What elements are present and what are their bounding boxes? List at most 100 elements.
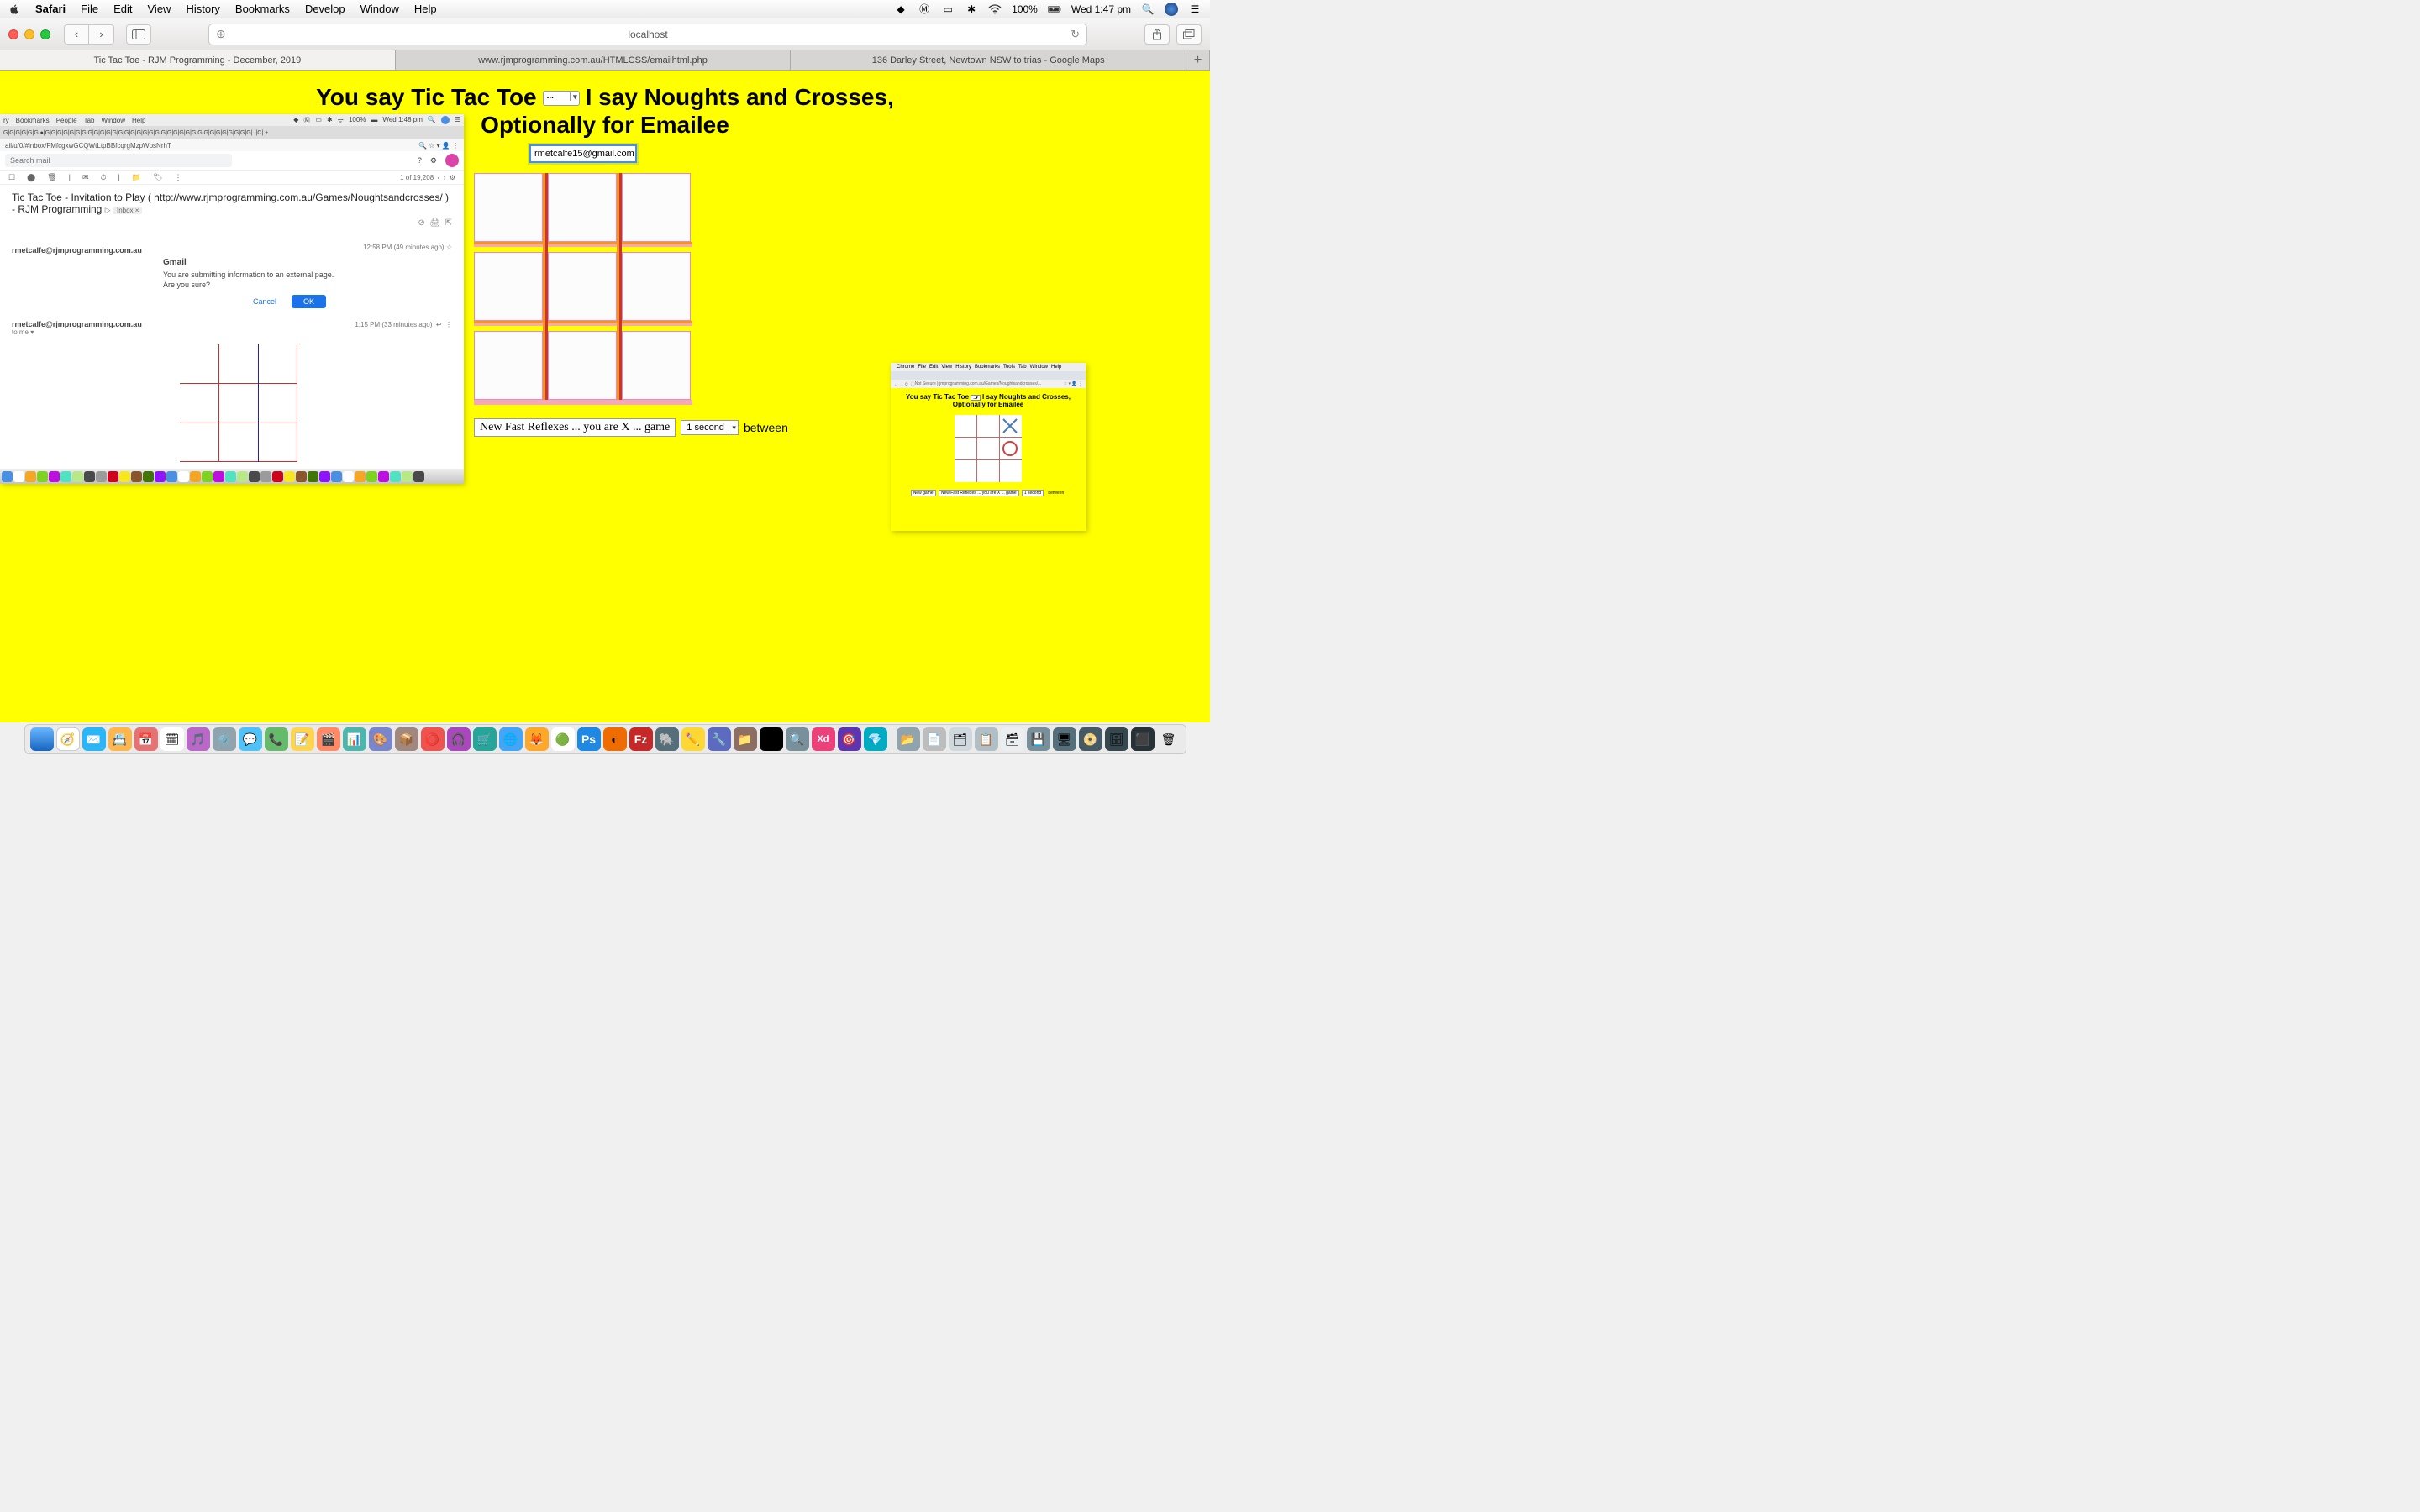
menu-file[interactable]: File [81, 3, 98, 15]
dock-app-icon[interactable]: 📁 [734, 727, 757, 751]
dock-app-icon[interactable]: 🧭 [56, 727, 80, 751]
game-controls: New Fast Reflexes ... you are X ... game… [474, 418, 788, 437]
board-cell-6[interactable] [622, 252, 691, 321]
dock-app-icon[interactable]: 🔍 [786, 727, 809, 751]
dock-folder-icon[interactable]: 🗃 [1001, 727, 1024, 751]
share-button[interactable] [1144, 24, 1170, 45]
dock-app-icon[interactable]: 📇 [108, 727, 132, 751]
spotlight-icon[interactable]: 🔍 [1141, 3, 1155, 15]
dock-terminal-icon[interactable]: ▢ [760, 727, 783, 751]
clock[interactable]: Wed 1:47 pm [1071, 3, 1131, 15]
dock-folder-icon[interactable]: ⬛ [1131, 727, 1155, 751]
battery-icon[interactable] [1048, 3, 1061, 15]
dock-app-icon[interactable]: 📝 [291, 727, 314, 751]
board-cell-9[interactable] [622, 331, 691, 400]
dock-app-icon[interactable]: 📊 [343, 727, 366, 751]
menu-history[interactable]: History [186, 3, 219, 15]
menu-window[interactable]: Window [360, 3, 399, 15]
dock-folder-icon[interactable]: 📄 [923, 727, 946, 751]
add-page-icon[interactable]: ⊕ [216, 27, 226, 41]
dock-folder-icon[interactable]: 📀 [1079, 727, 1102, 751]
tab-3[interactable]: 136 Darley Street, Newtown NSW to trias … [791, 50, 1186, 70]
dock-app-icon[interactable]: 🦊 [525, 727, 549, 751]
tab-2[interactable]: www.rjmprogramming.com.au/HTMLCSS/emailh… [396, 50, 792, 70]
dock-folder-icon[interactable]: 🖥 [1053, 727, 1076, 751]
gmail-search-input[interactable] [5, 154, 232, 167]
bluetooth-icon[interactable]: ✱ [965, 3, 978, 15]
menu-view[interactable]: View [148, 3, 171, 15]
dock-app-icon[interactable]: ◐ [603, 727, 627, 751]
dock-app-icon[interactable]: 🎵 [187, 727, 210, 751]
dock-folder-icon[interactable]: 🗂 [949, 727, 972, 751]
email-input[interactable]: rmetcalfe15@gmail.com [529, 144, 637, 163]
dock-app-icon[interactable]: 📅 [134, 727, 158, 751]
board-cell-5[interactable] [548, 252, 617, 321]
back-button[interactable]: ‹ [64, 24, 89, 45]
dock-app-icon[interactable]: 💎 [864, 727, 887, 751]
dock-app-icon[interactable]: ⚙️ [213, 727, 236, 751]
dock-app-icon[interactable]: 🛒 [473, 727, 497, 751]
board-cell-3[interactable] [622, 173, 691, 242]
dock-xd-icon[interactable]: Xd [812, 727, 835, 751]
dock-app-icon[interactable]: 🎬 [317, 727, 340, 751]
dock-app-icon[interactable]: 🌐 [499, 727, 523, 751]
dock-ps-icon[interactable]: Ps [577, 727, 601, 751]
app-name[interactable]: Safari [35, 3, 66, 15]
board-cell-8[interactable] [548, 331, 617, 400]
tictactoe-board[interactable] [474, 173, 692, 400]
close-window-button[interactable] [8, 29, 18, 39]
dock-finder-icon[interactable] [30, 727, 54, 751]
zoom-window-button[interactable] [40, 29, 50, 39]
dock-app-icon[interactable]: ✏️ [681, 727, 705, 751]
gmail-ok-button[interactable]: OK [292, 295, 326, 308]
status-icon-2[interactable]: Ⓜ [918, 3, 931, 15]
dock-app-icon[interactable]: ⭕ [421, 727, 445, 751]
battery-percent: 100% [1012, 3, 1038, 15]
notification-center-icon[interactable]: ☰ [1188, 3, 1202, 15]
dock-app-icon[interactable]: ✉️ [82, 727, 106, 751]
board-cell-2[interactable] [548, 173, 617, 242]
dock-folder-icon[interactable]: 📂 [897, 727, 920, 751]
dock-app-icon[interactable]: 🎨 [369, 727, 392, 751]
airplay-icon[interactable]: ▭ [941, 3, 955, 15]
dock-app-icon[interactable]: 📦 [395, 727, 418, 751]
address-bar[interactable]: ⊕ localhost ↻ [208, 24, 1087, 45]
apple-icon[interactable] [8, 3, 20, 15]
new-game-button[interactable]: New Fast Reflexes ... you are X ... game [474, 418, 676, 437]
dock-app-icon[interactable]: 🎧 [447, 727, 471, 751]
sidebar-button[interactable] [126, 24, 151, 45]
tab-1[interactable]: Tic Tac Toe - RJM Programming - December… [0, 50, 396, 70]
dock-app-icon[interactable]: 🐘 [655, 727, 679, 751]
dock-app-icon[interactable]: 🗓 [160, 727, 184, 751]
interval-select[interactable]: 1 second [681, 420, 739, 435]
title-select[interactable] [543, 91, 580, 106]
reload-icon[interactable]: ↻ [1071, 28, 1080, 41]
dock-folder-icon[interactable]: 🗄 [1105, 727, 1128, 751]
board-cell-1[interactable] [474, 173, 543, 242]
menu-edit[interactable]: Edit [113, 3, 132, 15]
board-cell-7[interactable] [474, 331, 543, 400]
siri-icon[interactable] [1165, 3, 1178, 16]
menu-develop[interactable]: Develop [305, 3, 345, 15]
tabs-button[interactable] [1176, 24, 1202, 45]
wifi-icon[interactable] [988, 3, 1002, 15]
gmail-dock [0, 469, 464, 484]
dock-folder-icon[interactable]: 📋 [975, 727, 998, 751]
menu-bookmarks[interactable]: Bookmarks [235, 3, 290, 15]
menu-help[interactable]: Help [414, 3, 437, 15]
status-icon-1[interactable]: ◆ [894, 3, 908, 15]
gmail-cancel-button[interactable]: Cancel [246, 295, 283, 308]
dock-fz-icon[interactable]: Fz [629, 727, 653, 751]
board-cell-4[interactable] [474, 252, 543, 321]
dock-app-icon[interactable]: 💬 [239, 727, 262, 751]
dock-trash-icon[interactable]: 🗑 [1157, 727, 1181, 751]
dock-app-icon[interactable]: 🎯 [838, 727, 861, 751]
forward-button[interactable]: › [89, 24, 114, 45]
dock-chrome-icon[interactable]: 🟢 [551, 727, 575, 751]
gmail-screenshot: ry Bookmarks People Tab Window Help ◆Ⓜ▭✱… [0, 114, 464, 484]
minimize-window-button[interactable] [24, 29, 34, 39]
dock-app-icon[interactable]: 🔧 [708, 727, 731, 751]
dock-app-icon[interactable]: 📞 [265, 727, 288, 751]
new-tab-button[interactable]: + [1186, 50, 1210, 70]
dock-folder-icon[interactable]: 💾 [1027, 727, 1050, 751]
